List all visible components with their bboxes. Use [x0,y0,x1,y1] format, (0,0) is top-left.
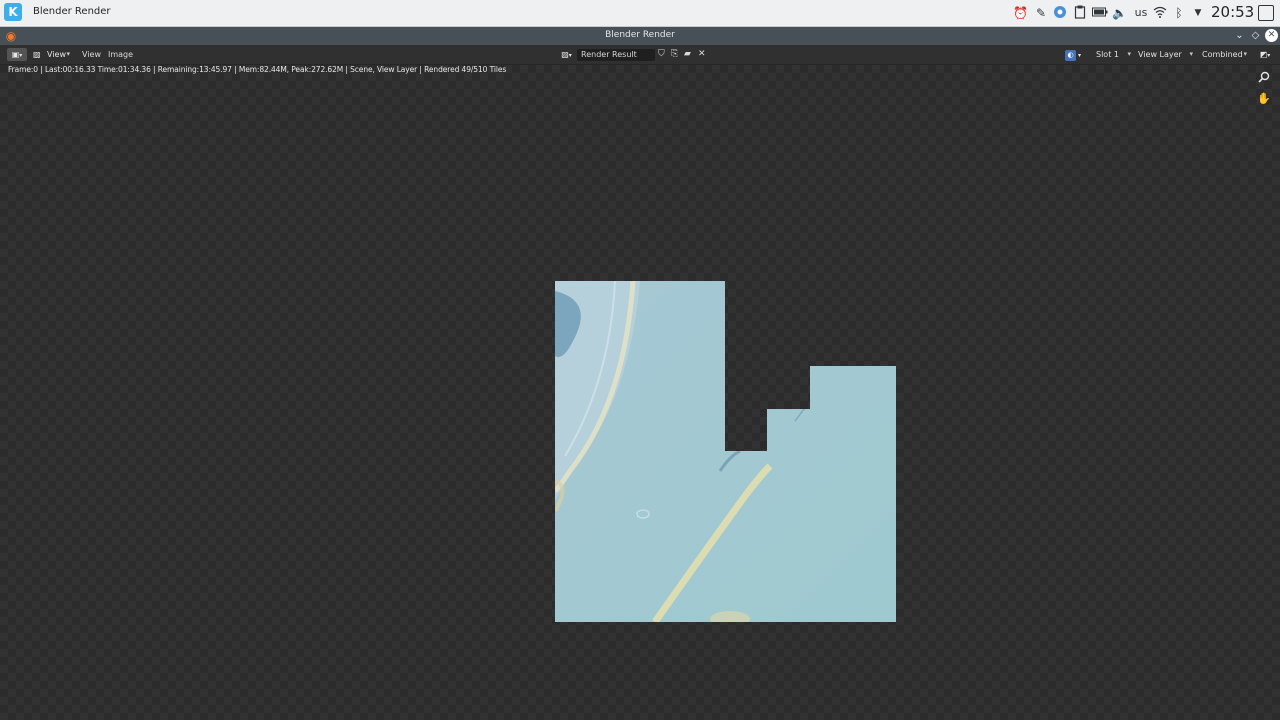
minimize-icon[interactable]: ⌄ [1233,29,1246,42]
render-pass-dropdown-label: Combined [1202,50,1243,59]
unlink-image-icon[interactable]: ✕ [698,48,706,61]
editor-type-button[interactable]: ▣▾ [7,48,27,61]
zoom-icon[interactable] [1256,71,1272,87]
slot-dropdown[interactable]: Slot 1 ▾ [1092,48,1134,61]
open-image-folder-icon[interactable]: ▰ [684,48,691,61]
clipboard-icon[interactable] [1073,5,1087,21]
new-image-icon[interactable]: ⎘ [671,48,678,61]
clock[interactable]: 20:53 [1211,3,1254,21]
image-viewport[interactable]: Frame:0 | Last:00:16.33 Time:01:34.36 | … [0,65,1280,720]
keyboard-layout-indicator[interactable]: us [1133,5,1149,21]
render-result-image [555,281,896,622]
window-titlebar[interactable]: ◉ Blender Render ⌄ ◇ ✕ [0,27,1280,45]
view-layer-dropdown-label: View Layer [1138,50,1182,59]
notification-icon[interactable]: ⏰ [1013,5,1028,21]
browse-image-button[interactable]: ▨▾ [557,48,576,61]
show-desktop-button[interactable] [1258,5,1274,21]
display-channels-dropdown[interactable]: ◐ ▾ [1061,48,1085,61]
slot-dropdown-label: Slot 1 [1096,50,1119,59]
display-mode-dropdown[interactable]: ◩▾ [1255,48,1275,61]
view-layer-dropdown[interactable]: View Layer ▾ [1134,48,1196,61]
chevron-down-icon: ▾ [66,50,70,58]
menu-view[interactable]: View [82,48,101,61]
wifi-icon[interactable] [1153,5,1167,21]
taskbar-active-task[interactable]: Blender Render [33,6,111,17]
image-editor-header: ▣▾ ▨ View ▾ View Image ▨▾ Render Result … [0,45,1280,65]
image-browse-icon: ▨ [561,50,569,59]
render-pass-dropdown[interactable]: Combined ▾ [1198,48,1250,61]
chevron-down-icon: ▾ [1127,50,1131,58]
mode-dropdown-label: View [47,50,66,59]
close-icon[interactable]: ✕ [1265,29,1278,42]
pan-hand-icon[interactable]: ✋ [1256,91,1272,107]
render-status-text: Frame:0 | Last:00:16.33 Time:01:34.36 | … [8,65,507,74]
window-title: Blender Render [605,30,675,40]
update-icon[interactable]: ✎ [1034,5,1048,21]
keep-above-icon[interactable]: ◇ [1249,29,1262,42]
fake-user-shield-icon[interactable]: ⛉ [658,48,665,61]
expand-tray-icon[interactable]: ▼ [1192,5,1204,21]
application-launcher-icon[interactable]: K [4,3,22,21]
image-name-field[interactable]: Render Result [577,49,655,61]
mode-dropdown[interactable]: ▨ View ▾ [31,48,73,61]
battery-icon[interactable] [1092,5,1108,21]
chevron-down-icon: ▾ [1243,50,1247,58]
chrome-icon[interactable] [1053,5,1067,21]
display-channels-icon: ◐ [1065,50,1077,61]
view-mode-icon: ▨ [33,50,41,59]
volume-icon[interactable]: 🔈 [1112,5,1127,21]
system-taskbar: K Blender Render ⏰ ✎ 🔈 us ᛒ ▼ 20:53 [0,0,1280,27]
menu-image[interactable]: Image [108,48,133,61]
chevron-down-icon: ▾ [1189,50,1193,58]
bluetooth-icon[interactable]: ᛒ [1173,5,1185,21]
